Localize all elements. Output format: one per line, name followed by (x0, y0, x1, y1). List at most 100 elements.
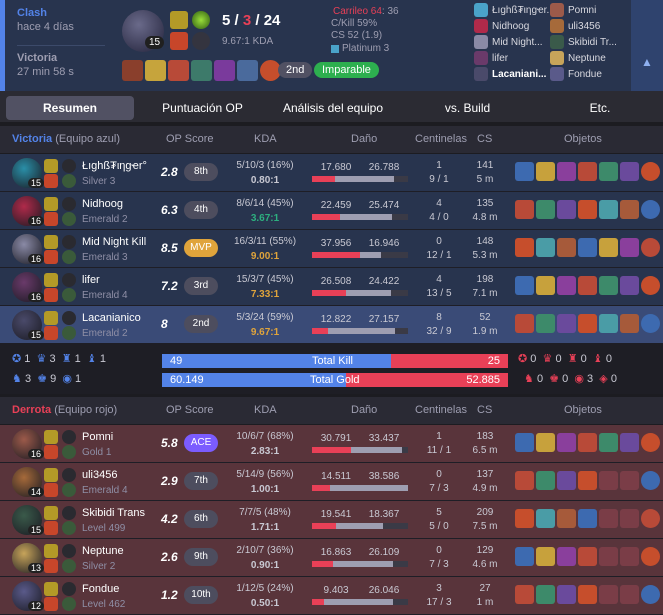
item-icon[interactable] (578, 200, 597, 219)
item-icon[interactable] (599, 471, 618, 490)
player-link[interactable]: Fondue (550, 66, 617, 82)
item-icon[interactable] (515, 509, 534, 528)
item-icon[interactable] (237, 60, 258, 81)
item-icon[interactable] (122, 60, 143, 81)
item-icon[interactable] (536, 162, 555, 181)
item-icon[interactable] (557, 585, 576, 604)
player-row[interactable]: 13 Neptune Silver 2 2.6 9th 2/10/7 (36%)… (0, 539, 663, 577)
tab-etc[interactable]: Etc. (560, 96, 640, 120)
item-icon[interactable] (578, 162, 597, 181)
item-icon[interactable] (515, 162, 534, 181)
player-row[interactable]: 12 Fondue Level 462 1.2 10th 1/12/5 (24%… (0, 577, 663, 615)
player-row[interactable]: 15 Łıghß₮ιηgҽr° Silver 3 2.8 8th 5/10/3 … (0, 154, 663, 192)
item-icon[interactable] (168, 60, 189, 81)
item-icon[interactable] (557, 433, 576, 452)
player-name[interactable]: uli3456 (82, 469, 117, 481)
tab-vs-build[interactable]: vs. Build (420, 96, 515, 120)
player-row[interactable]: 16 Nidhoog Emerald 2 6.3 4th 8/6/14 (45%… (0, 192, 663, 230)
item-icon[interactable] (515, 200, 534, 219)
item-icon[interactable] (515, 471, 534, 490)
item-icon[interactable] (620, 471, 639, 490)
item-icon[interactable] (641, 276, 660, 295)
player-link[interactable]: Mid Night... (474, 34, 555, 50)
item-icon[interactable] (620, 200, 639, 219)
expand-button[interactable]: ▲ (631, 0, 663, 91)
item-icon[interactable] (641, 162, 660, 181)
item-icon[interactable] (536, 547, 555, 566)
item-icon[interactable] (557, 238, 576, 257)
item-icon[interactable] (641, 471, 660, 490)
item-icon[interactable] (536, 471, 555, 490)
tab-resumen[interactable]: Resumen (6, 96, 134, 120)
item-icon[interactable] (515, 433, 534, 452)
player-link[interactable]: Neptune (550, 50, 617, 66)
item-icon[interactable] (620, 314, 639, 333)
item-icon[interactable] (578, 509, 597, 528)
item-icon[interactable] (599, 547, 618, 566)
player-row[interactable]: 16 lifer Emerald 4 7.2 3rd 15/3/7 (45%) … (0, 268, 663, 306)
item-icon[interactable] (578, 276, 597, 295)
item-icon[interactable] (578, 433, 597, 452)
item-icon[interactable] (145, 60, 166, 81)
item-icon[interactable] (515, 585, 534, 604)
item-icon[interactable] (557, 314, 576, 333)
item-icon[interactable] (641, 200, 660, 219)
item-icon[interactable] (599, 509, 618, 528)
item-icon[interactable] (536, 509, 555, 528)
item-icon[interactable] (620, 585, 639, 604)
item-icon[interactable] (599, 162, 618, 181)
item-icon[interactable] (641, 509, 660, 528)
player-link[interactable]: Nidhoog (474, 18, 555, 34)
item-icon[interactable] (557, 162, 576, 181)
item-icon[interactable] (536, 585, 555, 604)
item-icon[interactable] (620, 547, 639, 566)
item-icon[interactable] (641, 547, 660, 566)
item-icon[interactable] (515, 238, 534, 257)
item-icon[interactable] (557, 547, 576, 566)
item-icon[interactable] (536, 200, 555, 219)
item-icon[interactable] (536, 314, 555, 333)
player-link[interactable]: lifer (474, 50, 555, 66)
item-icon[interactable] (599, 238, 618, 257)
item-icon[interactable] (578, 314, 597, 333)
player-name[interactable]: Neptune (82, 545, 124, 557)
item-icon[interactable] (536, 433, 555, 452)
item-icon[interactable] (620, 509, 639, 528)
item-icon[interactable] (557, 200, 576, 219)
player-row[interactable]: 16 Mid Night Kill Emerald 3 8.5 MVP 16/3… (0, 230, 663, 268)
item-icon[interactable] (641, 585, 660, 604)
player-link[interactable]: Lacaniani... (474, 66, 555, 82)
item-icon[interactable] (599, 585, 618, 604)
item-icon[interactable] (599, 433, 618, 452)
player-row[interactable]: 15 Lacanianico Emerald 2 8 2nd 5/3/24 (5… (0, 306, 663, 344)
item-icon[interactable] (578, 547, 597, 566)
item-icon[interactable] (620, 276, 639, 295)
item-icon[interactable] (536, 238, 555, 257)
item-icon[interactable] (599, 200, 618, 219)
item-icon[interactable] (515, 276, 534, 295)
item-icon[interactable] (515, 547, 534, 566)
item-icon[interactable] (620, 433, 639, 452)
player-row[interactable]: 16 Pomni Gold 1 5.8 ACE 10/6/7 (68%) 2.8… (0, 425, 663, 463)
player-row[interactable]: 15 Skibidi Trans Level 499 4.2 6th 7/7/5… (0, 501, 663, 539)
player-link[interactable]: Skibidi Tr... (550, 34, 617, 50)
item-icon[interactable] (620, 162, 639, 181)
item-icon[interactable] (557, 276, 576, 295)
item-icon[interactable] (620, 238, 639, 257)
player-name[interactable]: Fondue (82, 583, 119, 595)
player-name[interactable]: Pomni (82, 431, 113, 443)
item-icon[interactable] (578, 585, 597, 604)
item-icon[interactable] (599, 276, 618, 295)
item-icon[interactable] (641, 433, 660, 452)
item-icon[interactable] (557, 471, 576, 490)
player-link[interactable]: uli3456 (550, 18, 617, 34)
item-icon[interactable] (578, 471, 597, 490)
player-name[interactable]: Nidhoog (82, 198, 123, 210)
item-icon[interactable] (214, 60, 235, 81)
tab-op-score[interactable]: Puntuación OP (145, 96, 260, 120)
item-icon[interactable] (515, 314, 534, 333)
player-name[interactable]: Skibidi Trans (82, 507, 145, 519)
item-icon[interactable] (599, 314, 618, 333)
item-icon[interactable] (641, 314, 660, 333)
item-icon[interactable] (536, 276, 555, 295)
